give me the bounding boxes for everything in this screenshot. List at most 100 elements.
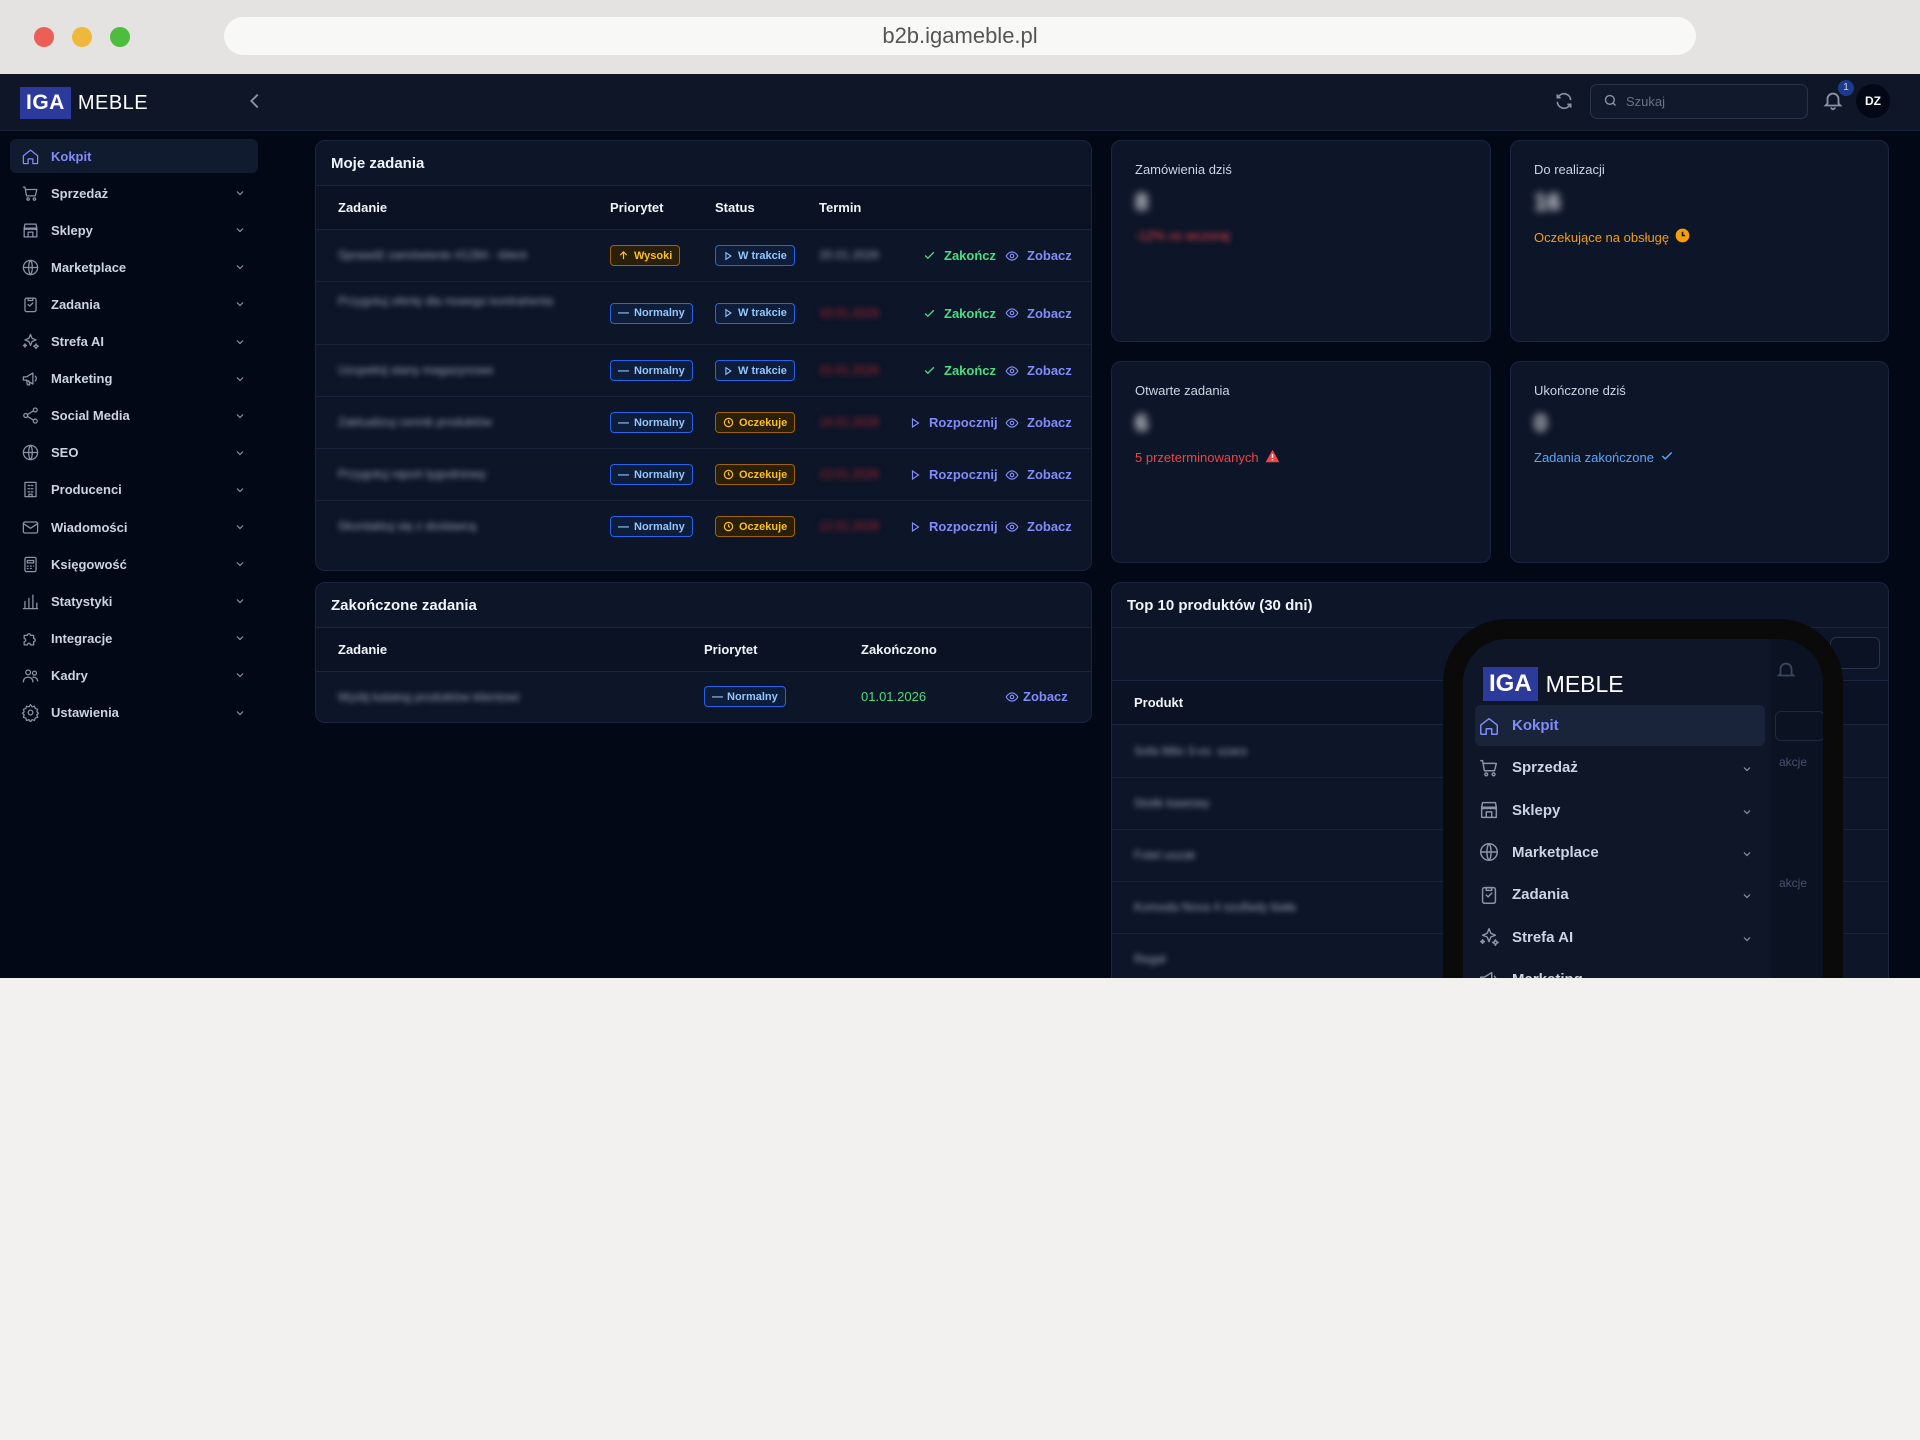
minimize-window-button[interactable] [72, 27, 92, 47]
chevron-down-icon[interactable] [1741, 847, 1753, 864]
view-button[interactable]: Zobacz [1005, 519, 1072, 534]
sidebar-item-strefa-ai[interactable]: Strefa AI [1475, 917, 1765, 958]
table-row[interactable]: Skontaktuj się z dostawcą — Normalny Oczeku… [316, 501, 1091, 553]
due-date: 20.01.2026 [819, 248, 880, 262]
status-badge: Oczekuje [715, 412, 796, 433]
view-button[interactable]: Zobacz [1005, 306, 1072, 321]
search-input[interactable]: Szukaj [1590, 84, 1808, 119]
done-tasks-title: Zakończone zadania [331, 597, 477, 614]
sidebar-item-label: Kokpit [1512, 717, 1559, 734]
chevron-down-icon[interactable] [234, 410, 246, 425]
sidebar-item-statystyki[interactable]: Statystyki [10, 584, 258, 618]
sidebar-item-kokpit[interactable]: Kokpit [10, 139, 258, 173]
chevron-down-icon[interactable] [234, 336, 246, 351]
refresh-icon[interactable] [1554, 91, 1576, 113]
sidebar-item-zadania[interactable]: Zadania [10, 287, 258, 321]
chevron-down-icon[interactable] [234, 447, 246, 462]
sidebar-item-sprzedaz[interactable]: Sprzedaż [10, 176, 258, 210]
chevron-down-icon[interactable] [1741, 889, 1753, 906]
sidebar-item-sprzedaz[interactable]: Sprzedaż [1475, 747, 1765, 788]
chevron-down-icon[interactable] [1741, 762, 1753, 779]
start-button[interactable]: Rozpocznij [909, 519, 998, 534]
sidebar-item-integracje[interactable]: Integracje [10, 621, 258, 655]
view-button[interactable]: Zobacz [1005, 363, 1072, 378]
done-today-card[interactable]: Ukończone dziś 0 Zadania zakończone [1510, 361, 1889, 563]
sidebar-item-social-media[interactable]: Social Media [10, 399, 258, 433]
logo[interactable]: IGA MEBLE [1483, 667, 1624, 701]
logo[interactable]: IGA MEBLE [20, 86, 148, 120]
sidebar-item-seo[interactable]: SEO [10, 436, 258, 470]
chevron-down-icon[interactable] [234, 224, 246, 239]
chevron-down-icon[interactable] [234, 298, 246, 313]
chevron-down-icon[interactable] [234, 595, 246, 610]
stat-value: 0 [1534, 410, 1548, 437]
close-window-button[interactable] [34, 27, 54, 47]
sidebar-item-producenci[interactable]: Producenci [10, 473, 258, 507]
chevron-down-icon[interactable] [234, 707, 246, 722]
finish-button[interactable]: Zakończ [923, 248, 996, 263]
open-tasks-card[interactable]: Otwarte zadania 6 5 przeterminowanych [1111, 361, 1491, 563]
chevron-down-icon[interactable] [234, 521, 246, 536]
table-row[interactable]: Zaktualizuj cennik produktów — Normalny Ocz… [316, 397, 1091, 449]
collapse-sidebar-icon[interactable] [244, 90, 266, 112]
chevron-down-icon[interactable] [1741, 974, 1753, 978]
table-row[interactable]: Wyślij katalog produktów klientowi — Norm… [316, 672, 1091, 722]
search-icon [1603, 93, 1626, 111]
sidebar-item-sklepy[interactable]: Sklepy [1475, 790, 1765, 831]
avatar[interactable]: DZ [1856, 84, 1890, 118]
col-task: Zadanie [338, 200, 388, 215]
finish-button[interactable]: Zakończ [923, 306, 996, 321]
eye-icon [1005, 520, 1023, 534]
sidebar-item-marketplace[interactable]: Marketplace [10, 250, 258, 284]
col-due: Termin [819, 200, 862, 215]
orders-today-card[interactable]: Zamówienia dziś 8 -12% vs wczoraj [1111, 140, 1491, 342]
view-button[interactable]: Zobacz [1005, 415, 1072, 430]
chevron-down-icon[interactable] [234, 632, 246, 647]
sidebar-item-ustawienia[interactable]: Ustawienia [10, 696, 258, 730]
table-row[interactable]: Uzupełnij stany magazynowe — Normalny W tra… [316, 345, 1091, 397]
sidebar-item-marketing[interactable]: Marketing [10, 362, 258, 396]
sidebar-item-label: Wiadomości [51, 519, 128, 535]
chevron-down-icon[interactable] [234, 558, 246, 573]
sidebar-item-marketplace[interactable]: Marketplace [1475, 832, 1765, 873]
view-button[interactable]: Zobacz [1005, 689, 1068, 704]
app-window: IGA MEBLE Szukaj 1 DZ Kokpit Sprzedaż Skle… [0, 74, 1920, 978]
chevron-down-icon[interactable] [234, 373, 246, 388]
view-button[interactable]: Zobacz [1005, 248, 1072, 263]
start-button[interactable]: Rozpocznij [909, 415, 998, 430]
gear-icon [20, 703, 40, 723]
dash-icon: — [618, 468, 629, 481]
logo-text: MEBLE [1545, 670, 1624, 697]
chevron-down-icon[interactable] [1741, 932, 1753, 949]
ghost-chip: akcje [1779, 876, 1808, 890]
table-row[interactable]: Przygotuj ofertę dla nowego kontrahenta —… [316, 282, 1091, 345]
table-row[interactable]: Przygotuj raport tygodniowy — Normalny Ocze… [316, 449, 1091, 501]
start-button[interactable]: Rozpocznij [909, 467, 998, 482]
clipboard-icon [1477, 883, 1501, 907]
sidebar-item-wiadomosci[interactable]: Wiadomości [10, 510, 258, 544]
sidebar-item-marketing[interactable]: Marketing [1475, 959, 1765, 978]
chevron-down-icon[interactable] [1741, 805, 1753, 822]
chevron-down-icon[interactable] [234, 484, 246, 499]
eye-icon [1005, 468, 1023, 482]
sidebar-item-kadry[interactable]: Kadry [10, 658, 258, 692]
sidebar-item-kokpit[interactable]: Kokpit [1475, 705, 1765, 746]
bell-icon [1775, 659, 1797, 686]
address-bar[interactable]: b2b.igameble.pl [224, 17, 1696, 55]
sidebar-item-ksiegowosc[interactable]: Księgowość [10, 547, 258, 581]
maximize-window-button[interactable] [110, 27, 130, 47]
top-products-title: Top 10 produktów (30 dni) [1127, 597, 1313, 614]
sidebar-item-zadania[interactable]: Zadania [1475, 874, 1765, 915]
store-icon [20, 220, 40, 240]
chevron-down-icon[interactable] [234, 669, 246, 684]
finish-button[interactable]: Zakończ [923, 363, 996, 378]
to-fulfill-card[interactable]: Do realizacji 16 Oczekujące na obsługę [1510, 140, 1889, 342]
sidebar-item-sklepy[interactable]: Sklepy [10, 213, 258, 247]
chevron-down-icon[interactable] [234, 187, 246, 202]
table-row[interactable]: Sprawdź zamówienie #1284 - klient Wysoki W… [316, 230, 1091, 282]
chevron-down-icon[interactable] [234, 261, 246, 276]
megaphone-icon [20, 369, 40, 389]
eye-icon [1005, 306, 1023, 320]
sidebar-item-strefa-ai[interactable]: Strefa AI [10, 325, 258, 359]
view-button[interactable]: Zobacz [1005, 467, 1072, 482]
